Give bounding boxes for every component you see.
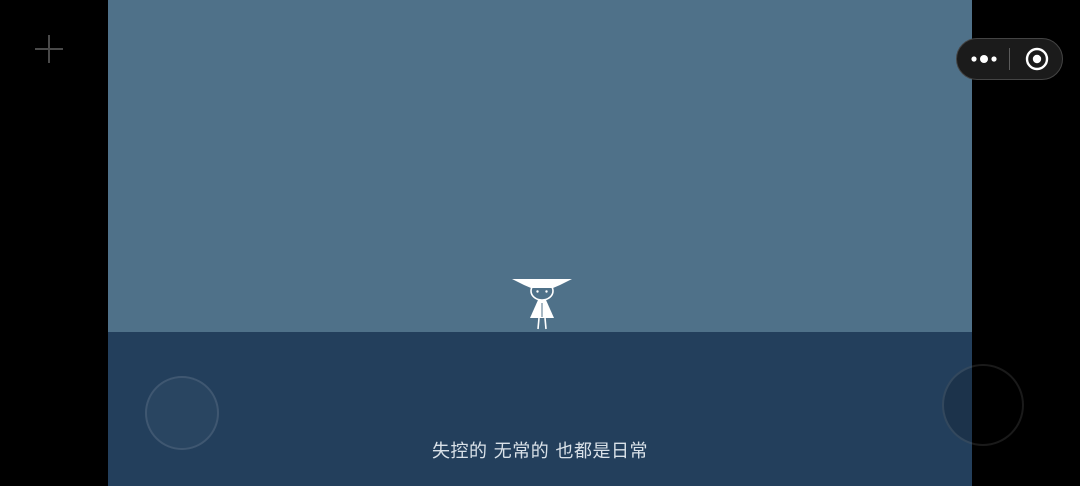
add-button[interactable] [32, 32, 66, 66]
capsule-divider [1009, 48, 1010, 70]
right-joystick[interactable] [942, 364, 1024, 446]
game-viewport[interactable]: 失控的 无常的 也都是日常 [108, 0, 972, 486]
character-figure [512, 279, 572, 330]
target-circle-icon [1025, 47, 1049, 71]
plus-icon [35, 35, 63, 63]
app-screen: 失控的 无常的 也都是日常 [0, 0, 1080, 486]
close-button[interactable] [1011, 39, 1062, 79]
more-button[interactable] [957, 39, 1010, 79]
left-joystick[interactable] [145, 376, 219, 450]
more-dots-icon [971, 55, 997, 63]
mini-program-capsule [956, 38, 1063, 80]
story-subtitle: 失控的 无常的 也都是日常 [432, 441, 648, 462]
